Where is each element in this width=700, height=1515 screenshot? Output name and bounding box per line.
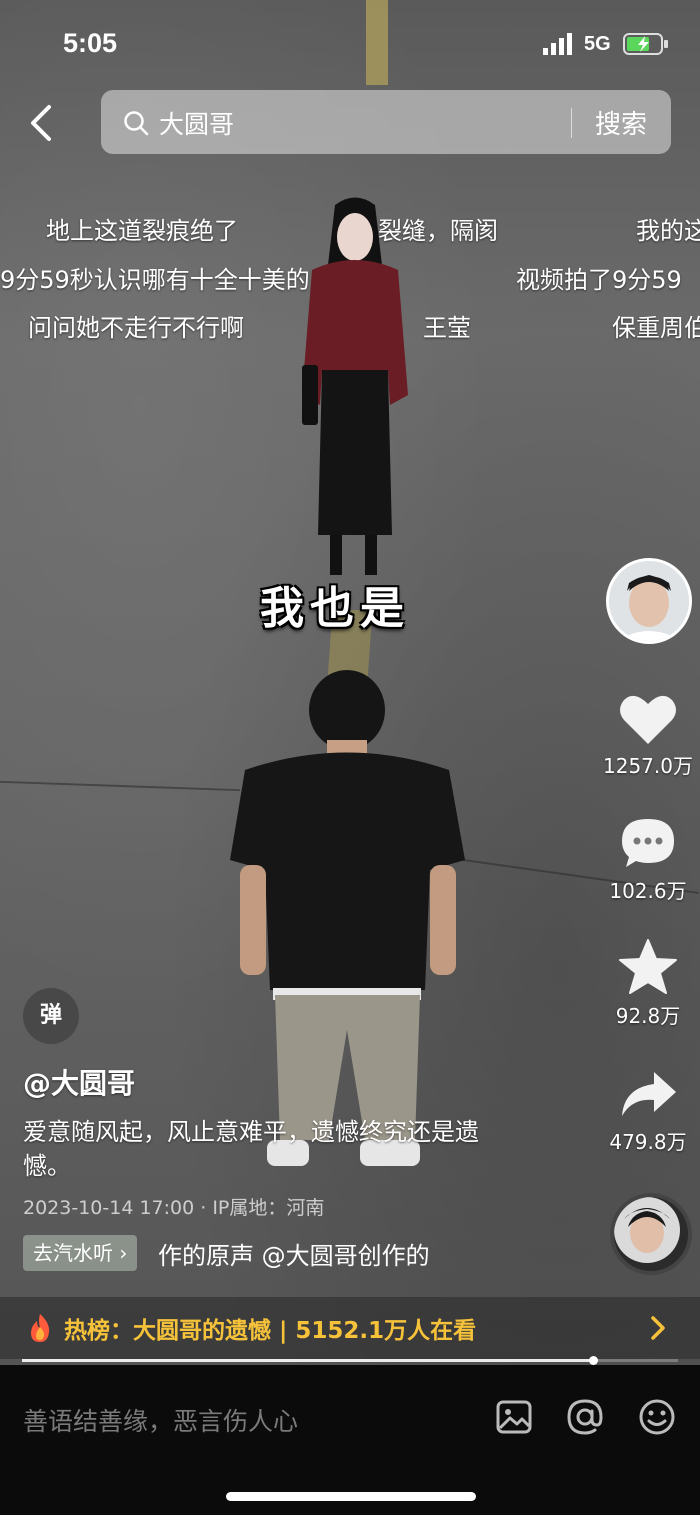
danmaku-comment[interactable]: 地上这道裂痕绝了	[46, 211, 238, 246]
danmaku-toggle-button[interactable]: 弹	[23, 988, 79, 1044]
status-time: 5:05	[63, 28, 118, 58]
video-description: 爱意随风起，风止意难平，遗憾终究还是遗憾。	[23, 1118, 479, 1180]
comment-icon	[622, 819, 674, 867]
star-icon	[619, 939, 677, 994]
post-meta: 2023-10-14 17:00 · IP属地：河南	[23, 1197, 325, 1219]
status-bar: 5:05 5G	[0, 0, 700, 88]
qishui-listen-button[interactable]: 去汽水听 ›	[23, 1235, 138, 1271]
fire-icon	[31, 1314, 50, 1342]
heart-icon	[620, 695, 676, 744]
music-disc[interactable]	[610, 1193, 692, 1275]
progress-fill	[22, 1359, 593, 1362]
danmaku-comment[interactable]: 裂缝，隔阂	[378, 211, 498, 246]
search-button[interactable]: 搜索	[595, 104, 647, 141]
signal-icon	[543, 33, 572, 55]
danmaku-comment[interactable]: 9分59秒认识哪有十全十美的	[0, 260, 310, 295]
share-icon	[622, 1072, 676, 1116]
danmaku-comment[interactable]: 王莹	[423, 308, 471, 343]
share-count: 479.8万	[609, 1130, 687, 1154]
home-indicator	[226, 1492, 476, 1501]
woman-figure	[302, 197, 408, 575]
network-type: 5G	[584, 33, 611, 55]
search-input[interactable]: 大圆哥	[159, 105, 234, 141]
hot-list-bar[interactable]: 热榜：大圆哥的遗憾 | 5152.1万人在看	[0, 1297, 700, 1359]
author-name[interactable]: @大圆哥	[23, 1062, 135, 1102]
avatar-face-icon	[609, 561, 689, 641]
danmaku-comment[interactable]: 视频拍了9分59	[516, 260, 682, 295]
battery-charging-icon	[623, 33, 668, 55]
chevron-right-icon	[651, 1316, 665, 1340]
image-icon[interactable]	[495, 1398, 533, 1436]
like-button[interactable]: 1257.0万	[593, 690, 700, 779]
search-divider	[571, 108, 572, 138]
music-title[interactable]: 作的原声 @大圆哥创作的原声	[158, 1236, 430, 1271]
video-progress-bar[interactable]	[22, 1356, 678, 1365]
back-icon[interactable]	[25, 103, 61, 143]
emoji-icon[interactable]	[638, 1398, 676, 1436]
danmaku-comment[interactable]: 问问她不走行不行啊	[28, 308, 244, 343]
comment-button[interactable]: 102.6万	[593, 815, 700, 904]
like-count: 1257.0万	[603, 754, 693, 778]
road-crack	[0, 780, 240, 792]
music-cover-icon	[614, 1197, 680, 1263]
progress-handle[interactable]	[588, 1356, 598, 1365]
author-avatar[interactable]	[606, 558, 692, 644]
at-icon[interactable]	[566, 1398, 604, 1436]
comment-bar: 善语结善缘，恶言伤人心	[0, 1365, 700, 1515]
favorite-button[interactable]: 92.8万	[593, 938, 700, 1029]
danmaku-comment[interactable]: 我的这	[636, 211, 700, 246]
video-subtitle: 我也是	[260, 583, 410, 634]
comment-count: 102.6万	[609, 879, 687, 903]
favorite-count: 92.8万	[615, 1004, 681, 1028]
hot-list-text: 热榜：大圆哥的遗憾 | 5152.1万人在看	[64, 1318, 477, 1344]
comment-input[interactable]: 善语结善缘，恶言伤人心	[23, 1402, 298, 1438]
share-button[interactable]: 479.8万	[593, 1068, 700, 1155]
danmaku-comment[interactable]: 保重周伯	[612, 308, 700, 343]
search-bar[interactable]: 大圆哥 搜索	[101, 90, 671, 154]
search-icon	[124, 111, 149, 136]
